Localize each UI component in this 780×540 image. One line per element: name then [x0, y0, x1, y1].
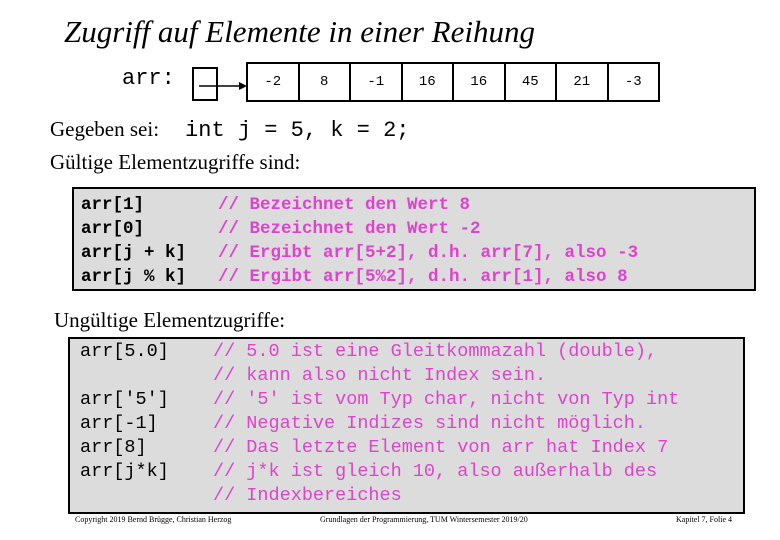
given-code: int j = 5, k = 2; [185, 118, 410, 143]
footer-course: Grundlagen der Programmierung, TUM Winte… [320, 515, 528, 524]
code-line: arr[8] // Das letzte Element von arr hat … [80, 436, 743, 460]
invalid-heading: Ungültige Elementzugriffe: [54, 308, 286, 332]
code-comment: // Ergibt arr[5+2], d.h. arr[7], also -3 [218, 243, 639, 263]
footer-copyright: Copyright 2019 Bernd Brügge, Christian H… [75, 515, 232, 524]
array-variable-label: arr: [122, 66, 175, 91]
array-cell: 45 [506, 64, 557, 100]
given-line: Gegeben sei: int j = 5, k = 2; [50, 117, 409, 143]
code-line: arr[j*k] // j*k ist gleich 10, also außer… [80, 460, 743, 484]
code-comment: // j*k ist gleich 10, also außerhalb des [213, 461, 658, 482]
code-line: arr[j + k] // Ergibt arr[5+2], d.h. arr[7… [81, 241, 754, 265]
code-comment: // '5' ist vom Typ char, nicht von Typ i… [213, 389, 680, 410]
code-line: // kann also nicht Index sein. [80, 364, 743, 388]
array-cells: -2 8 -1 16 16 45 21 -3 [246, 62, 660, 102]
slide-title: Zugriff auf Elemente in einer Reihung [64, 14, 535, 49]
array-cell: 8 [300, 64, 351, 100]
code-comment: // Indexbereiches [213, 485, 402, 506]
code-expression: arr[0] [81, 219, 145, 239]
invalid-code-box: arr[5.0] // 5.0 ist eine Gleitkommazahl (… [68, 337, 745, 514]
code-expression: arr[8] [80, 437, 147, 458]
code-expression: arr['5'] [80, 389, 169, 410]
code-comment: // kann also nicht Index sein. [213, 365, 547, 386]
valid-heading: Gültige Elementzugriffe sind: [50, 150, 301, 174]
array-cell: 21 [557, 64, 609, 100]
array-cell: 16 [454, 64, 506, 100]
code-expression: arr[j % k] [81, 267, 187, 287]
code-line: arr[-1] // Negative Indizes sind nicht mö… [80, 412, 743, 436]
code-line: // Indexbereiches [80, 484, 743, 508]
code-comment: // Negative Indizes sind nicht möglich. [213, 413, 646, 434]
code-expression: arr[j + k] [81, 243, 187, 263]
array-cell: -3 [609, 64, 660, 100]
code-line: arr[j % k] // Ergibt arr[5%2], d.h. arr[1… [81, 265, 754, 289]
code-expression: arr[-1] [80, 413, 158, 434]
code-comment: // Bezeichnet den Wert -2 [218, 219, 481, 239]
code-comment: // 5.0 ist eine Gleitkommazahl (double), [213, 341, 658, 362]
footer-page: Kapitel 7, Folie 4 [676, 515, 732, 524]
code-comment: // Das letzte Element von arr hat Index … [213, 437, 669, 458]
array-cell: -1 [351, 64, 403, 100]
array-cell: -2 [248, 64, 300, 100]
code-line: arr[0] // Bezeichnet den Wert -2 [81, 217, 754, 241]
given-label: Gegeben sei: [50, 117, 160, 141]
code-expression: arr[j*k] [80, 461, 169, 482]
code-comment: // Bezeichnet den Wert 8 [218, 195, 471, 215]
code-line: arr[5.0] // 5.0 ist eine Gleitkommazahl (… [80, 340, 743, 364]
arrow-icon [199, 82, 247, 90]
code-expression: arr[5.0] [80, 341, 169, 362]
code-comment: // Ergibt arr[5%2], d.h. arr[1], also 8 [218, 267, 628, 287]
code-line: arr[1] // Bezeichnet den Wert 8 [81, 193, 754, 217]
code-line: arr['5'] // '5' ist vom Typ char, nicht v… [80, 388, 743, 412]
valid-code-box: arr[1] // Bezeichnet den Wert 8 arr[0] // B… [72, 187, 756, 291]
array-cell: 16 [403, 64, 454, 100]
code-expression: arr[1] [81, 195, 145, 215]
